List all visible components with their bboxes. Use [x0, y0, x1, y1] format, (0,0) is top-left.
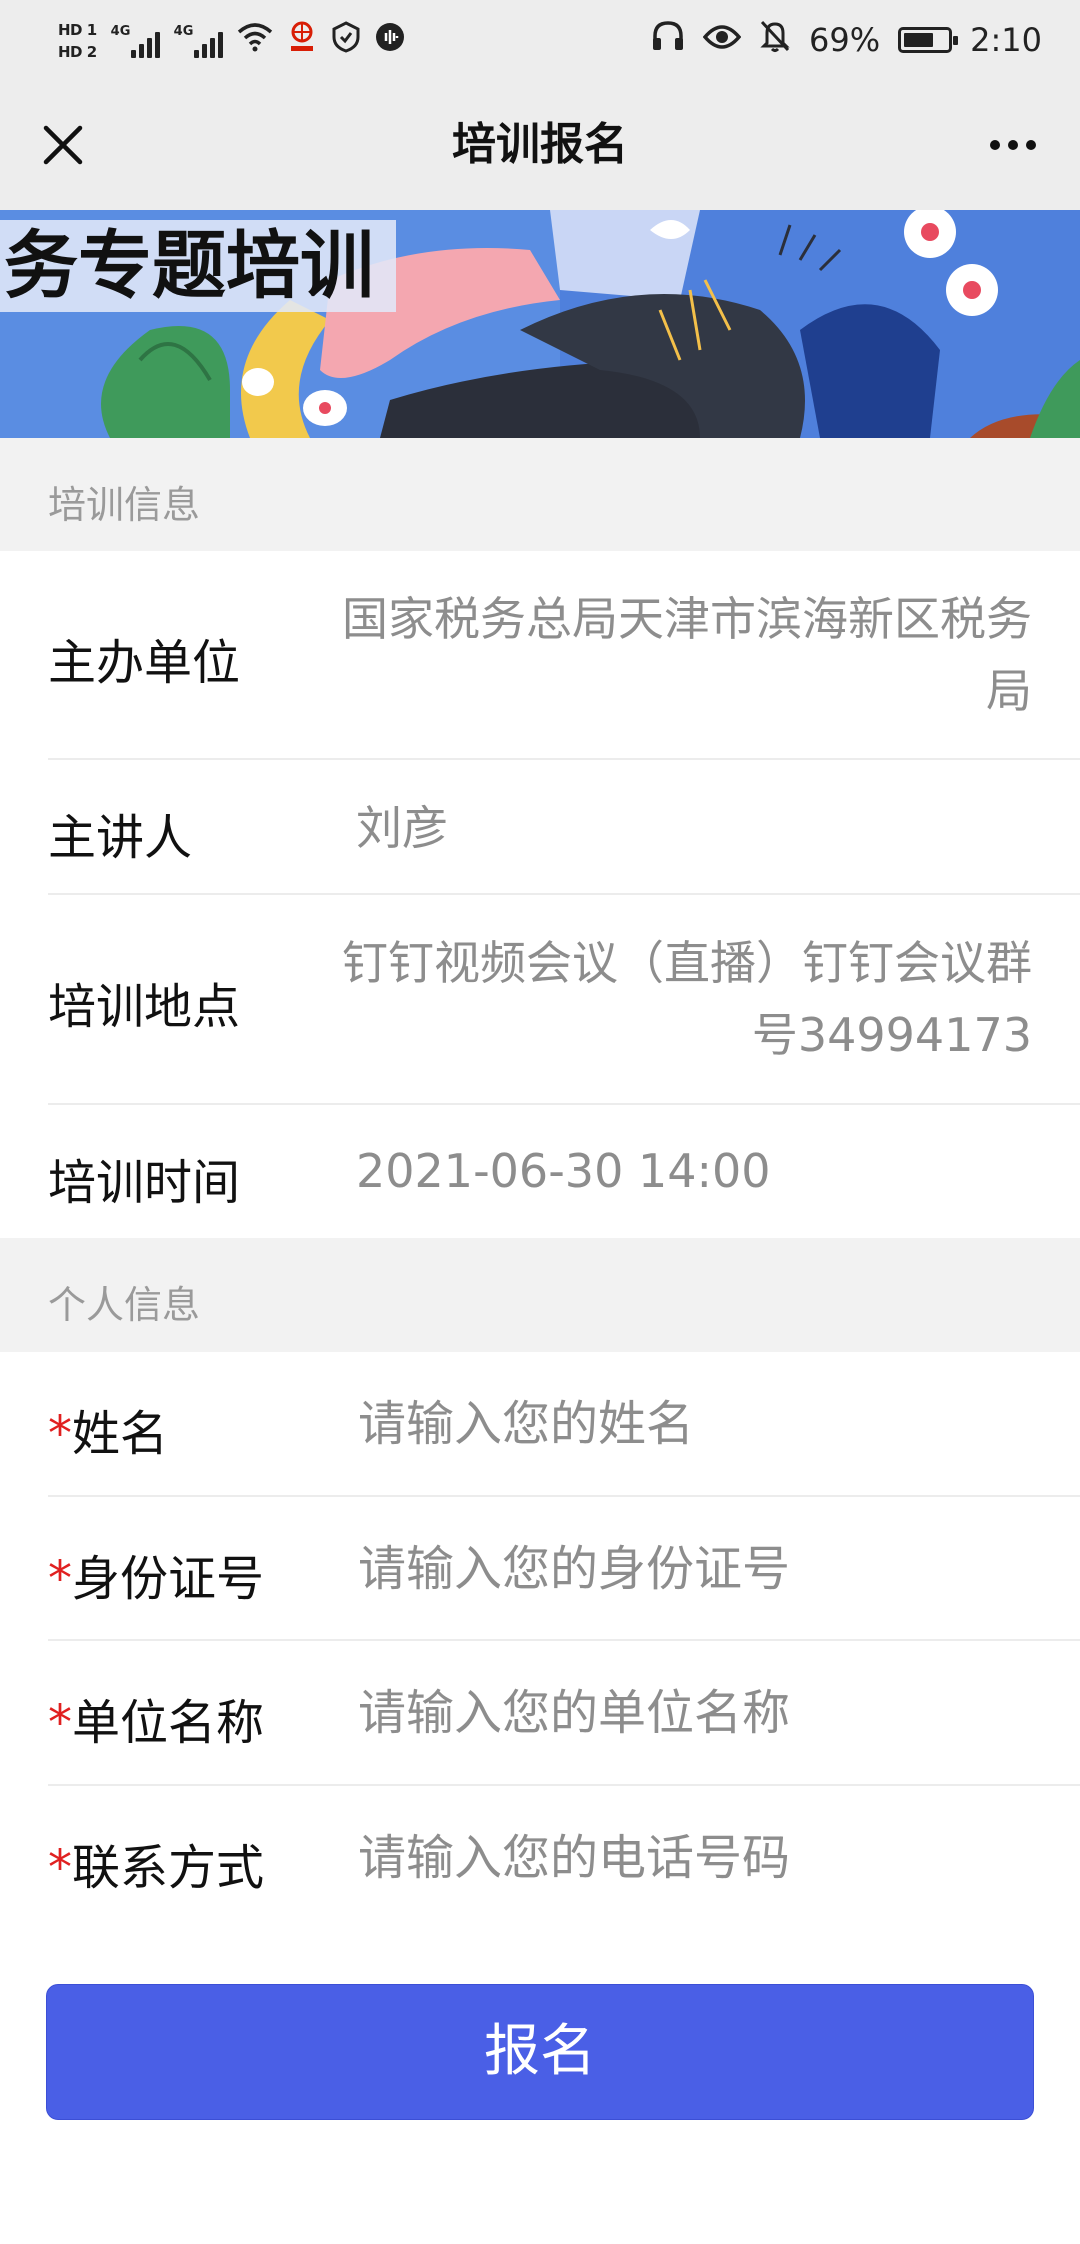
more-button[interactable] — [976, 112, 1050, 178]
section-title: 个人信息 — [48, 1283, 201, 1327]
location-row: 培训地点 钉钉视频会议（直播）钉钉会议群号34994173 — [0, 895, 1080, 1105]
time-value: 2021-06-30 14:00 — [356, 1144, 771, 1198]
required-mark: * — [48, 1551, 72, 1607]
register-button[interactable]: 报名 — [46, 1984, 1034, 2120]
id-row: *身份证号 — [0, 1497, 1080, 1641]
time-row: 培训时间 2021-06-30 14:00 — [0, 1105, 1080, 1238]
network-type-1: 4G — [110, 24, 131, 39]
required-mark: * — [48, 1840, 72, 1896]
bell-off-icon — [759, 19, 791, 61]
unit-label: *单位名称 — [48, 1683, 264, 1753]
signal-1-icon: 4G — [111, 24, 160, 58]
unit-label-text: 单位名称 — [72, 1695, 265, 1751]
hd2-badge: HD 2 — [58, 43, 97, 61]
name-row: *姓名 — [0, 1352, 1080, 1497]
phone-input[interactable] — [358, 1822, 1038, 1894]
battery-fill — [904, 33, 934, 47]
signal-2-icon: 4G — [174, 24, 223, 58]
unit-row: *单位名称 — [0, 1641, 1080, 1786]
id-label-text: 身份证号 — [72, 1551, 265, 1607]
unicom-logo-icon — [287, 20, 317, 62]
name-label: *姓名 — [48, 1394, 168, 1464]
location-value: 钉钉视频会议（直播）钉钉会议群号34994173 — [342, 936, 1032, 1062]
organizer-row: 主办单位 国家税务总局天津市滨海新区税务局 — [0, 551, 1080, 760]
unit-name-input[interactable] — [358, 1677, 1038, 1749]
wifi-icon — [237, 22, 273, 60]
status-left: HD 1 HD 2 4G 4G — [58, 10, 405, 72]
phone-row: *联系方式 — [0, 1786, 1080, 1931]
organizer-value: 国家税务总局天津市滨海新区税务局 — [342, 592, 1032, 718]
training-banner: 务专题培训 — [0, 210, 1080, 438]
id-label: *身份证号 — [48, 1539, 264, 1609]
page-title: 培训报名 — [452, 119, 628, 170]
banner-title: 务专题培训 — [0, 220, 396, 312]
organizer-label: 主办单位 — [48, 635, 241, 691]
required-mark: * — [48, 1406, 72, 1462]
phone-label: *联系方式 — [48, 1828, 264, 1898]
more-icon-dot — [1008, 140, 1018, 150]
clock: 2:10 — [970, 21, 1042, 59]
phone-label-text: 联系方式 — [72, 1840, 265, 1896]
more-icon-dot — [1026, 140, 1036, 150]
speaker-row: 主讲人 刘彦 — [0, 760, 1080, 895]
id-number-input[interactable] — [358, 1533, 1038, 1605]
eye-icon — [702, 21, 742, 59]
time-label: 培训时间 — [48, 1155, 241, 1211]
location-label: 培训地点 — [48, 979, 241, 1035]
section-header-personal-info: 个人信息 — [0, 1238, 1080, 1352]
battery-percent: 69% — [809, 21, 881, 59]
shield-icon — [331, 21, 361, 61]
nav-bar: 培训报名 — [0, 80, 1080, 210]
battery-icon — [898, 27, 959, 53]
hd-indicators: HD 1 HD 2 — [58, 21, 97, 61]
section-title: 培训信息 — [48, 483, 201, 527]
name-label-text: 姓名 — [72, 1406, 169, 1462]
speaker-value: 刘彦 — [356, 801, 448, 855]
status-right: 69% 2:10 — [651, 14, 1042, 66]
speaker-label: 主讲人 — [48, 810, 193, 866]
voice-icon — [375, 22, 405, 60]
name-input[interactable] — [358, 1388, 1038, 1460]
section-header-training-info: 培训信息 — [0, 438, 1080, 551]
network-type-2: 4G — [173, 24, 194, 39]
hd1-badge: HD 1 — [58, 21, 97, 39]
more-icon-dot — [990, 140, 1000, 150]
required-mark: * — [48, 1695, 72, 1751]
status-bar: HD 1 HD 2 4G 4G 69% 2:10 — [0, 0, 1080, 80]
headset-icon — [651, 20, 685, 60]
